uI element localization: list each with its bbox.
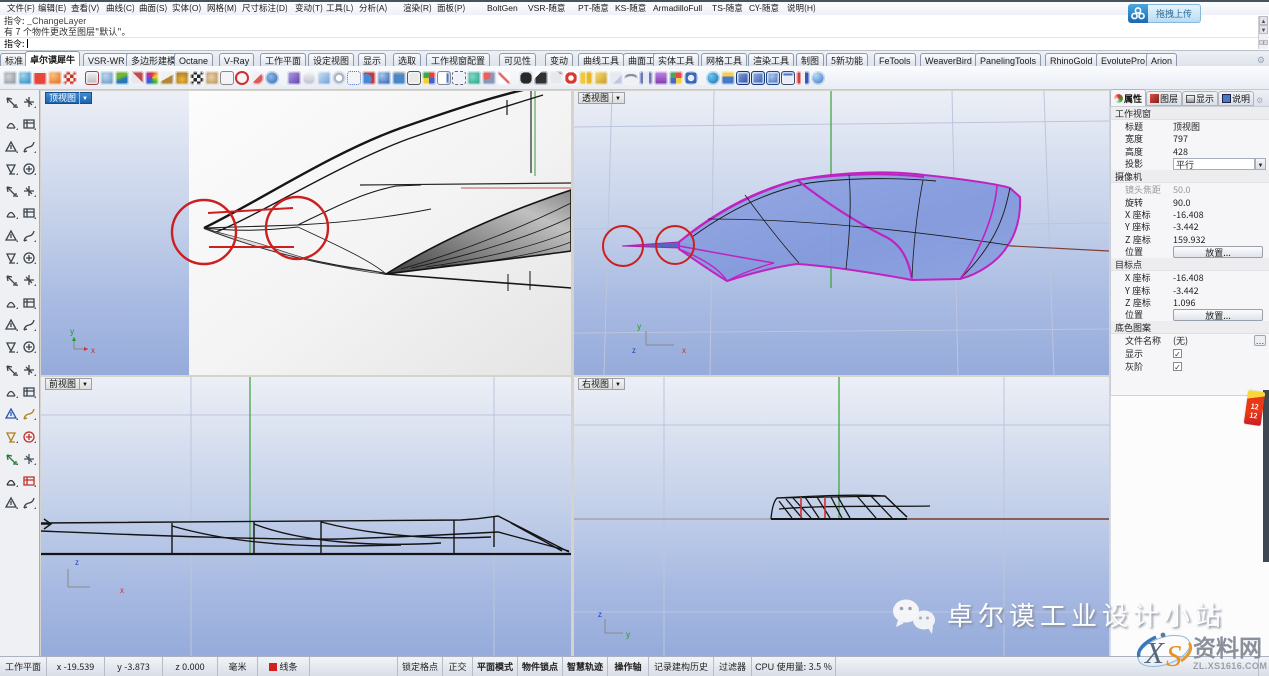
svg-text:ZL.XS1616.COM: ZL.XS1616.COM bbox=[1193, 661, 1267, 671]
svg-text:z: z bbox=[632, 345, 636, 356]
svg-text:x: x bbox=[91, 345, 95, 356]
svg-text:y: y bbox=[70, 326, 75, 337]
svg-text:资料网: 资料网 bbox=[1193, 629, 1262, 663]
svg-text:z: z bbox=[75, 557, 79, 568]
svg-text:y: y bbox=[637, 321, 642, 332]
svg-text:x: x bbox=[682, 345, 686, 356]
svg-text:z: z bbox=[598, 609, 602, 620]
svg-text:y: y bbox=[626, 629, 631, 640]
svg-text:X: X bbox=[1143, 635, 1165, 670]
svg-text:x: x bbox=[120, 585, 124, 596]
svg-text:S: S bbox=[1166, 638, 1182, 673]
